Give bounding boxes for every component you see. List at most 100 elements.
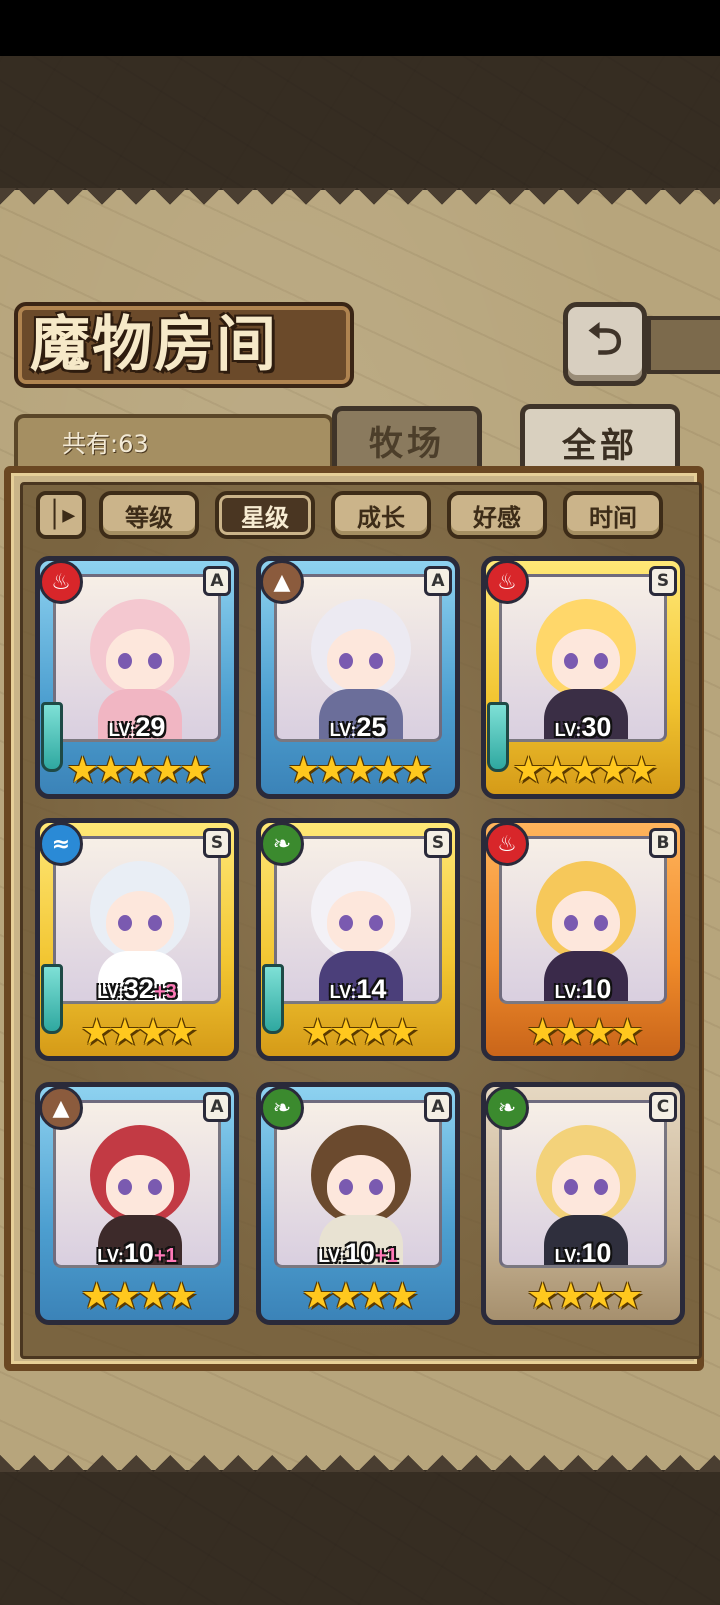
back-button[interactable]: ⮌ bbox=[563, 302, 647, 386]
background-shade-top bbox=[0, 56, 720, 191]
rank-badge: C bbox=[649, 1092, 677, 1122]
level-value: 25 bbox=[356, 712, 387, 742]
sort-order-toggle[interactable]: │▸ bbox=[36, 491, 86, 539]
portrait-eye bbox=[369, 653, 383, 669]
monster-count: 共有:63 bbox=[62, 430, 149, 458]
level-label: LV:10+1 bbox=[35, 1238, 239, 1269]
monster-card[interactable]: ≈ S LV:32+3 ★★★★ bbox=[35, 818, 239, 1061]
level-label: LV:29 bbox=[35, 712, 239, 743]
portrait-eye bbox=[564, 1179, 578, 1195]
level-label: LV:14 bbox=[256, 974, 460, 1005]
rank-badge: S bbox=[649, 566, 677, 596]
monster-card[interactable]: ♨ A LV:29 ★★★★★ bbox=[35, 556, 239, 799]
sort-button-growth[interactable]: 成长 bbox=[331, 491, 431, 539]
rank-badge: A bbox=[203, 1092, 231, 1122]
wind-element-icon: ❧ bbox=[485, 1086, 529, 1130]
level-label: LV:25 bbox=[256, 712, 460, 743]
portrait-eye bbox=[118, 915, 132, 931]
portrait-eye bbox=[369, 915, 383, 931]
level-bonus: +1 bbox=[153, 1245, 177, 1267]
portrait-face bbox=[552, 891, 620, 953]
portrait-eye bbox=[594, 915, 608, 931]
level-bonus: +3 bbox=[153, 981, 177, 1003]
level-prefix: LV: bbox=[554, 720, 582, 740]
star-rating: ★★★★ bbox=[301, 1012, 418, 1053]
sort-button-affinity[interactable]: 好感 bbox=[447, 491, 547, 539]
star-rating: ★★★★ bbox=[526, 1012, 643, 1053]
background-shade-bottom bbox=[0, 1470, 720, 1605]
level-bonus: +1 bbox=[374, 1245, 398, 1267]
fire-element-icon: ♨ bbox=[485, 560, 529, 604]
level-prefix: LV: bbox=[318, 1246, 345, 1266]
portrait-face bbox=[327, 1155, 395, 1217]
back-button-tail bbox=[647, 316, 720, 374]
level-value: 29 bbox=[135, 712, 166, 742]
portrait-eye bbox=[118, 1179, 132, 1195]
page-title: 魔物房间 bbox=[30, 310, 278, 380]
rank-badge: B bbox=[649, 828, 677, 858]
level-prefix: LV: bbox=[108, 720, 136, 740]
sort-order-icon: │▸ bbox=[46, 500, 76, 530]
level-label: LV:10 bbox=[481, 974, 685, 1005]
level-prefix: LV: bbox=[554, 982, 582, 1002]
star-rating: ★★★★★ bbox=[66, 750, 211, 791]
portrait-eye bbox=[594, 653, 608, 669]
star-rating: ★★★★ bbox=[526, 1276, 643, 1317]
portrait-face bbox=[106, 891, 174, 953]
level-value: 32 bbox=[123, 974, 154, 1004]
portrait-eye bbox=[339, 1179, 353, 1195]
rank-badge: A bbox=[424, 566, 452, 596]
star-rating: ★★★★★ bbox=[512, 750, 657, 791]
status-bar bbox=[0, 0, 720, 56]
level-value: 10 bbox=[123, 1238, 154, 1268]
rank-badge: A bbox=[203, 566, 231, 596]
sort-button-time[interactable]: 时间 bbox=[563, 491, 663, 539]
monster-card[interactable]: ❧ S LV:14 ★★★★ bbox=[256, 818, 460, 1061]
level-label: LV:30 bbox=[481, 712, 685, 743]
monster-card[interactable]: ▲ A LV:10+1 ★★★★ bbox=[35, 1082, 239, 1325]
tab-ranch[interactable]: 牧场 bbox=[332, 406, 482, 470]
earth-element-icon: ▲ bbox=[260, 560, 304, 604]
portrait-eye bbox=[339, 653, 353, 669]
wind-element-icon: ❧ bbox=[260, 1086, 304, 1130]
star-rating: ★★★★★ bbox=[287, 750, 432, 791]
star-rating: ★★★★ bbox=[80, 1276, 197, 1317]
level-label: LV:10 bbox=[481, 1238, 685, 1269]
level-prefix: LV: bbox=[97, 1246, 124, 1266]
level-value: 10 bbox=[581, 1238, 612, 1268]
level-value: 14 bbox=[356, 974, 387, 1004]
portrait-eye bbox=[564, 915, 578, 931]
portrait-face bbox=[106, 1155, 174, 1217]
portrait-eye bbox=[564, 653, 578, 669]
sort-button-level[interactable]: 等级 bbox=[99, 491, 199, 539]
level-label: LV:10+1 bbox=[256, 1238, 460, 1269]
zigzag-edge-top bbox=[0, 188, 720, 222]
wind-element-icon: ❧ bbox=[260, 822, 304, 866]
level-value: 10 bbox=[344, 1238, 375, 1268]
level-value: 10 bbox=[581, 974, 612, 1004]
level-label: LV:32+3 bbox=[35, 974, 239, 1005]
monster-card[interactable]: ♨ S LV:30 ★★★★★ bbox=[481, 556, 685, 799]
rank-badge: S bbox=[203, 828, 231, 858]
portrait-face bbox=[552, 629, 620, 691]
return-arrow-icon: ⮌ bbox=[587, 313, 623, 365]
portrait-face bbox=[106, 629, 174, 691]
monster-card[interactable]: ❧ A LV:10+1 ★★★★ bbox=[256, 1082, 460, 1325]
star-rating: ★★★★ bbox=[301, 1276, 418, 1317]
portrait-eye bbox=[148, 653, 162, 669]
portrait-face bbox=[327, 629, 395, 691]
portrait-face bbox=[552, 1155, 620, 1217]
level-prefix: LV: bbox=[554, 1246, 582, 1266]
star-rating: ★★★★ bbox=[80, 1012, 197, 1053]
level-prefix: LV: bbox=[97, 982, 124, 1002]
monster-card[interactable]: ♨ B LV:10 ★★★★ bbox=[481, 818, 685, 1061]
monster-card[interactable]: ▲ A LV:25 ★★★★★ bbox=[256, 556, 460, 799]
level-prefix: LV: bbox=[329, 720, 357, 740]
rank-badge: S bbox=[424, 828, 452, 858]
monster-card[interactable]: ❧ C LV:10 ★★★★ bbox=[481, 1082, 685, 1325]
portrait-eye bbox=[148, 1179, 162, 1195]
portrait-eye bbox=[118, 653, 132, 669]
portrait-eye bbox=[148, 915, 162, 931]
sort-button-stars[interactable]: 星级 bbox=[215, 491, 315, 539]
portrait-eye bbox=[369, 1179, 383, 1195]
